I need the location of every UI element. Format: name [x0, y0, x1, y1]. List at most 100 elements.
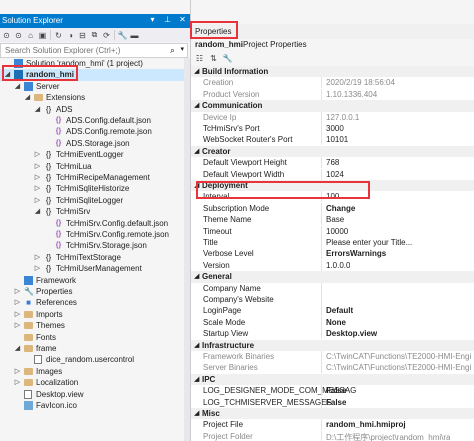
property-value[interactable]: False: [326, 386, 346, 395]
column-divider[interactable]: [321, 430, 322, 441]
search-options-icon[interactable]: ▾: [180, 45, 184, 53]
property-value[interactable]: ErrorsWarnings: [326, 249, 386, 258]
pending-changes-icon[interactable]: ◑: [66, 31, 75, 40]
property-category[interactable]: ◢ Misc: [191, 408, 474, 420]
close-icon[interactable]: ✕: [178, 15, 187, 24]
tree-item[interactable]: ▷ {} TcHmiSqliteLogger: [0, 195, 190, 206]
tree-item[interactable]: ◢ Server: [0, 81, 190, 92]
property-category[interactable]: ◢ Communication: [191, 100, 474, 112]
tree-item[interactable]: ▷ 🔧 Properties: [0, 286, 190, 297]
tree-item[interactable]: {} TcHmiSrv.Config.default.json: [0, 218, 190, 229]
property-value[interactable]: random_hmi.hmiproj: [326, 420, 406, 429]
property-row[interactable]: Server Binaries C:\TwinCAT\Functions\TE20…: [191, 362, 474, 374]
property-category[interactable]: ◢ Build Information: [191, 66, 474, 78]
collapsed-arrow-icon[interactable]: ▷: [14, 287, 21, 295]
expanded-arrow-icon[interactable]: ◢: [14, 344, 21, 352]
tree-item[interactable]: ◢ frame: [0, 343, 190, 354]
property-row[interactable]: TcHmiSrv's Port 3000: [191, 123, 474, 135]
properties-wrench-icon[interactable]: 🔧: [118, 31, 128, 40]
property-row[interactable]: Verbose Level ErrorsWarnings: [191, 248, 474, 260]
property-row[interactable]: Theme Name Base: [191, 214, 474, 226]
property-value[interactable]: 127.0.0.1: [326, 113, 359, 122]
collapsed-arrow-icon[interactable]: ▷: [34, 196, 41, 204]
expanded-arrow-icon[interactable]: ◢: [34, 105, 41, 113]
property-category[interactable]: ◢ Infrastructure: [191, 339, 474, 351]
property-row[interactable]: Project File random_hmi.hmiproj: [191, 419, 474, 431]
collapse-arrow-icon[interactable]: ◢: [194, 375, 199, 383]
show-all-files-icon[interactable]: ⧉: [90, 30, 99, 40]
tree-item[interactable]: ▷ {} TcHmiTextStorage: [0, 252, 190, 263]
property-row[interactable]: Company Name: [191, 282, 474, 294]
tree-item[interactable]: Fonts: [0, 332, 190, 343]
tree-item[interactable]: {} TcHmiSrv.Storage.json: [0, 240, 190, 251]
tree-item[interactable]: dice_random.usercontrol: [0, 354, 190, 365]
column-divider[interactable]: [321, 316, 322, 328]
column-divider[interactable]: [321, 248, 322, 260]
property-row[interactable]: Company's Website: [191, 294, 474, 306]
column-divider[interactable]: [321, 168, 322, 180]
property-value[interactable]: C:\TwinCAT\Functions\TE2000-HMI-Engi: [326, 363, 471, 372]
property-row[interactable]: Framework Binaries C:\TwinCAT\Functions\T…: [191, 351, 474, 363]
property-value[interactable]: 3000: [326, 124, 344, 133]
property-row[interactable]: Default Viewport Width 1024: [191, 168, 474, 180]
expanded-arrow-icon[interactable]: ◢: [24, 93, 31, 101]
collapsed-arrow-icon[interactable]: ▷: [34, 173, 41, 181]
column-divider[interactable]: [321, 305, 322, 317]
property-row[interactable]: Creation 2020/2/19 18:56:04: [191, 77, 474, 89]
property-value[interactable]: Change: [326, 204, 355, 213]
tree-item[interactable]: FavIcon.ico: [0, 400, 190, 411]
property-row[interactable]: Device Ip 127.0.0.1: [191, 111, 474, 123]
tree-item[interactable]: ◢ {} TcHmiSrv: [0, 206, 190, 217]
column-divider[interactable]: [321, 88, 322, 100]
collapse-arrow-icon[interactable]: ◢: [194, 409, 199, 417]
property-row[interactable]: Startup View Desktop.view: [191, 328, 474, 340]
property-row[interactable]: Default Viewport Height 768: [191, 157, 474, 169]
property-value[interactable]: 10101: [326, 135, 348, 144]
expanded-arrow-icon[interactable]: ◢: [34, 207, 41, 215]
property-row[interactable]: Title Please enter your Title...: [191, 237, 474, 249]
collapsed-arrow-icon[interactable]: ▷: [14, 298, 21, 306]
tree-item[interactable]: ◢ {} ADS: [0, 104, 190, 115]
tree-item[interactable]: ▷ {} TcHmiEventLogger: [0, 149, 190, 160]
property-row[interactable]: LOG_TCHMISERVER_MESSAGES False: [191, 396, 474, 408]
alphabetical-icon[interactable]: ⇅: [209, 54, 218, 63]
column-divider[interactable]: [321, 351, 322, 362]
column-divider[interactable]: [321, 77, 322, 89]
property-category[interactable]: ◢ IPC: [191, 373, 474, 386]
property-row[interactable]: Version 1.0.0.0: [191, 259, 474, 272]
collapsed-arrow-icon[interactable]: ▷: [34, 150, 41, 158]
property-value[interactable]: 1.10.1336.404: [326, 90, 377, 99]
collapsed-arrow-icon[interactable]: ▷: [34, 253, 41, 261]
tree-item[interactable]: ▷ Localization: [0, 377, 190, 388]
tree-item[interactable]: Desktop.view: [0, 389, 190, 400]
property-value[interactable]: None: [326, 318, 346, 327]
column-divider[interactable]: [321, 362, 322, 374]
tree-item[interactable]: {} ADS.Config.default.json: [0, 115, 190, 126]
home-icon[interactable]: ⌂: [26, 31, 35, 40]
property-row[interactable]: Subscription Mode Change: [191, 202, 474, 215]
column-divider[interactable]: [321, 134, 322, 146]
property-value[interactable]: 1.0.0.0: [326, 261, 350, 270]
collapse-arrow-icon[interactable]: ◢: [194, 147, 199, 155]
property-value[interactable]: 768: [326, 158, 339, 167]
property-value[interactable]: D:\工作程序\project\random_hmi\ra: [326, 432, 450, 441]
collapsed-arrow-icon[interactable]: ▷: [14, 310, 21, 318]
property-value[interactable]: Please enter your Title...: [326, 238, 412, 247]
tree-item[interactable]: {} ADS.Config.remote.json: [0, 126, 190, 137]
column-divider[interactable]: [321, 214, 322, 226]
property-value[interactable]: 10000: [326, 227, 348, 236]
collapsed-arrow-icon[interactable]: ▷: [14, 321, 21, 329]
column-divider[interactable]: [321, 202, 322, 214]
collapse-arrow-icon[interactable]: ◢: [194, 101, 199, 109]
column-divider[interactable]: [321, 157, 322, 169]
tree-item[interactable]: {} TcHmiSrv.Config.remote.json: [0, 229, 190, 240]
column-divider[interactable]: [321, 259, 322, 271]
refresh-icon[interactable]: ⟳: [102, 31, 111, 40]
tree-item[interactable]: ▷ ■ References: [0, 297, 190, 308]
object-selector[interactable]: random_hmi Project Properties: [191, 39, 474, 51]
property-row[interactable]: Timeout 10000: [191, 225, 474, 237]
collapsed-arrow-icon[interactable]: ▷: [34, 184, 41, 192]
property-value[interactable]: Default: [326, 306, 353, 315]
expanded-arrow-icon[interactable]: ◢: [14, 82, 21, 90]
column-divider[interactable]: [321, 237, 322, 248]
